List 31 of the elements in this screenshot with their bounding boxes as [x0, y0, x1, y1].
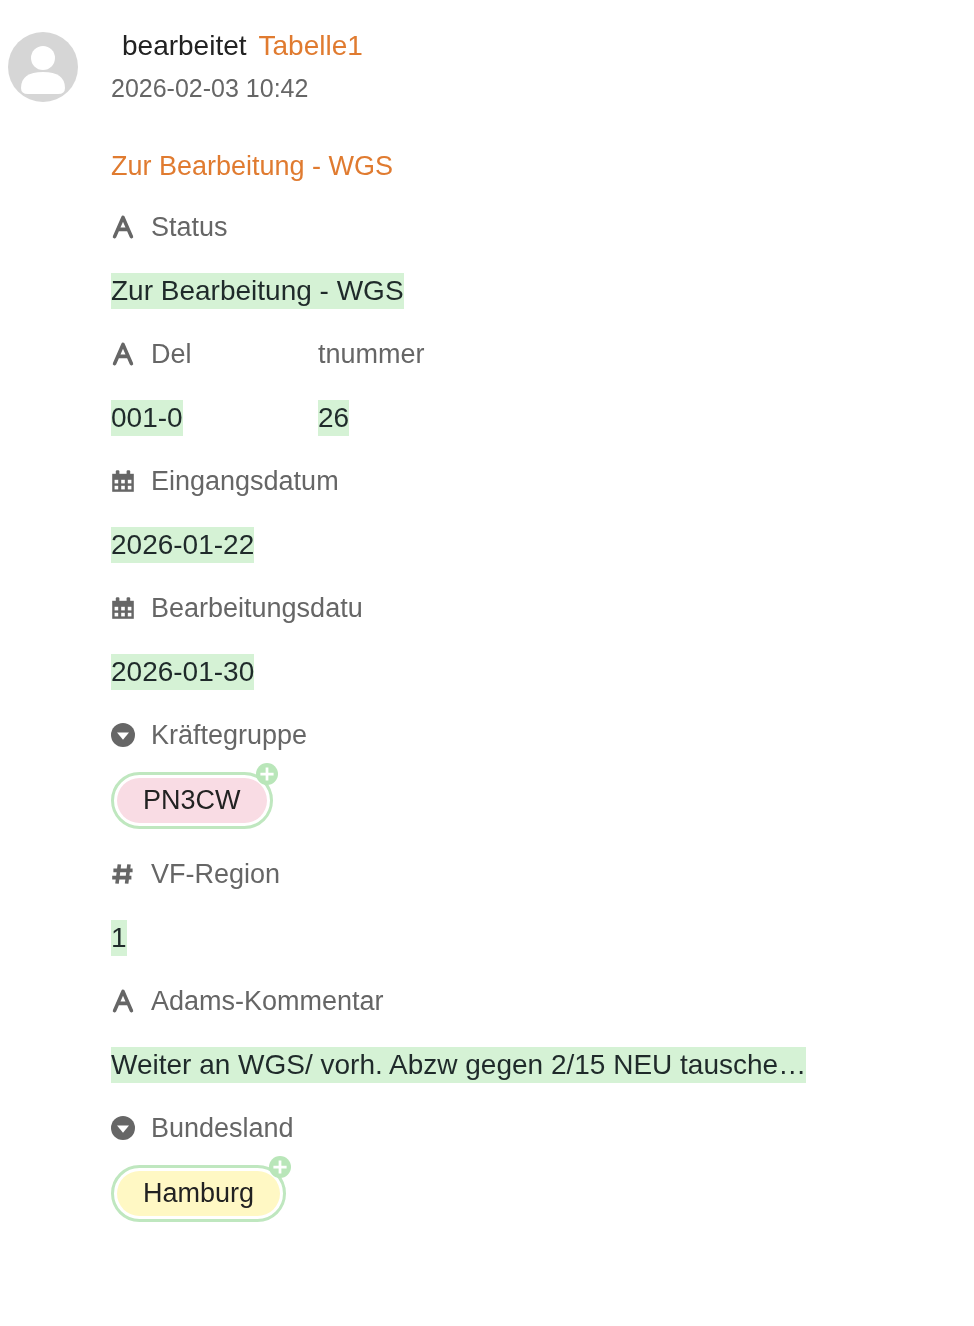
dropdown-icon [111, 723, 135, 747]
field-value: Weiter an WGS/ vorh. Abzw gegen 2/15 NEU tausche… [111, 1047, 807, 1083]
timestamp: 2026-02-03 10:42 [111, 74, 310, 103]
calendar-icon [111, 469, 135, 493]
text-type-icon [111, 989, 135, 1013]
field-value: 26 [318, 400, 350, 436]
field-value: 1 [111, 920, 127, 956]
field-label: tnummer [318, 338, 425, 370]
field-label: Status [151, 211, 228, 243]
dropdown-icon [111, 1116, 135, 1140]
add-icon [269, 1156, 292, 1178]
field-label: Kräftegruppe [151, 719, 308, 751]
field-label: Bundesland [151, 1112, 294, 1144]
text-type-icon [111, 342, 135, 366]
hash-icon [111, 862, 135, 886]
action-text: bearbeitet [122, 30, 247, 63]
field-label: Eingangsdatum [151, 465, 339, 497]
field-label: Adams-Kommentar [151, 985, 384, 1017]
record-title[interactable]: Zur Bearbeitung - WGS [111, 151, 394, 182]
calendar-icon [111, 596, 135, 620]
avatar-icon [8, 32, 78, 102]
field-value: 001-0 [111, 400, 183, 436]
add-icon [255, 763, 278, 785]
field-label: Del [151, 338, 192, 370]
field-value: 2026-01-30 [111, 654, 255, 690]
field-value: Zur Bearbeitung - WGS [111, 273, 404, 309]
text-type-icon [111, 215, 135, 239]
field-label: VF-Region [151, 858, 281, 890]
field-value: 2026-01-22 [111, 527, 255, 563]
table-link[interactable]: Tabelle1 [258, 30, 363, 68]
field-label: Bearbeitungsdatu [151, 592, 363, 624]
